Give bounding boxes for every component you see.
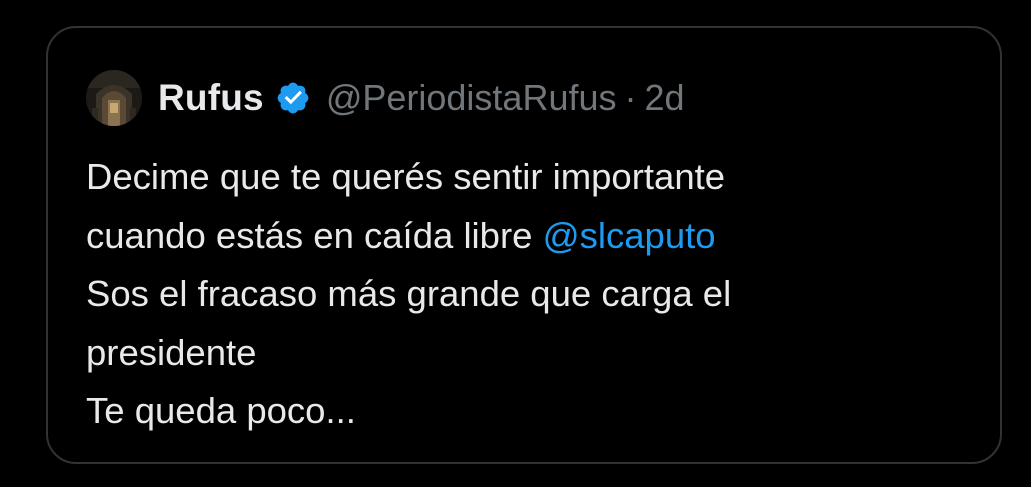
tweet-header: Rufus @PeriodistaRufus · 2d	[86, 68, 685, 128]
dot-separator: ·	[624, 77, 637, 118]
tweet-text-line: Sos el fracaso más grande que carga el	[86, 273, 732, 314]
verified-badge-icon	[274, 79, 312, 117]
tweet-text-segment: cuando estás en caída libre	[86, 214, 543, 256]
author-name[interactable]: Rufus	[158, 77, 264, 119]
tweet-text-line: presidente	[86, 331, 257, 373]
tweet-text: Decime que te querés sentir importante c…	[86, 148, 966, 441]
tweet-text-line: Te queda poco...	[86, 390, 356, 431]
quoted-tweet-card[interactable]: Rufus @PeriodistaRufus · 2d Decime que t…	[46, 26, 1002, 464]
mention-link[interactable]: @slcaputo	[543, 215, 716, 256]
avatar-image-icon	[86, 70, 142, 126]
tweet-timestamp[interactable]: 2d	[645, 77, 685, 119]
tweet-text-line: Decime que te querés sentir importante	[86, 156, 726, 197]
avatar[interactable]	[86, 70, 142, 126]
tweet-text-line: cuando estás en caída libre @slcaputo	[86, 207, 966, 266]
author-handle[interactable]: @PeriodistaRufus	[326, 77, 617, 119]
